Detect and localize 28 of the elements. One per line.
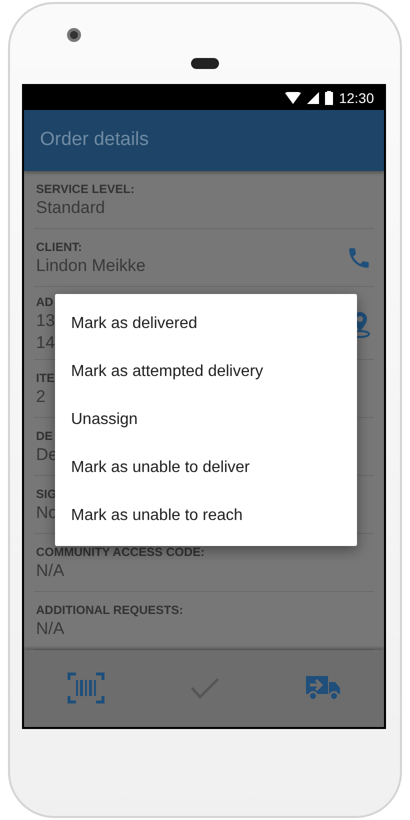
menu-item[interactable]: Mark as attempted delivery xyxy=(55,348,357,396)
field-label: AD xyxy=(36,294,54,309)
field-value: N/A xyxy=(36,561,64,582)
field-value: 13 xyxy=(36,310,55,331)
field-label: ITE xyxy=(36,371,55,386)
field-label: ADDITIONAL REQUESTS: xyxy=(36,603,184,618)
field-value: N/A xyxy=(36,619,64,640)
field-label: DE xyxy=(36,429,53,444)
menu-item[interactable]: Mark as delivered xyxy=(55,300,357,348)
battery-icon xyxy=(324,90,333,105)
field-value: Standard xyxy=(36,198,105,218)
menu-item[interactable]: Mark as unable to reach xyxy=(55,492,357,540)
field-label: SERVICE LEVEL: xyxy=(36,182,134,196)
camera-icon xyxy=(67,28,81,42)
field-label: CLIENT: xyxy=(36,240,82,254)
clock-time: 12:30 xyxy=(338,90,374,106)
signal-icon xyxy=(306,92,319,104)
field-label: COMMUNITY ACCESS CODE: xyxy=(36,545,205,560)
field-value: 14 xyxy=(36,332,55,353)
speaker-icon xyxy=(191,58,219,69)
menu-item[interactable]: Unassign xyxy=(55,396,357,444)
wifi-icon xyxy=(284,92,301,104)
check-icon xyxy=(190,676,220,700)
menu-item[interactable]: Mark as unable to deliver xyxy=(55,444,357,492)
field-value: Lindon Meikke xyxy=(36,256,146,276)
field-value: 2 xyxy=(36,387,46,408)
screen-title: Order details xyxy=(40,129,149,152)
barcode-scan-icon xyxy=(66,672,105,704)
